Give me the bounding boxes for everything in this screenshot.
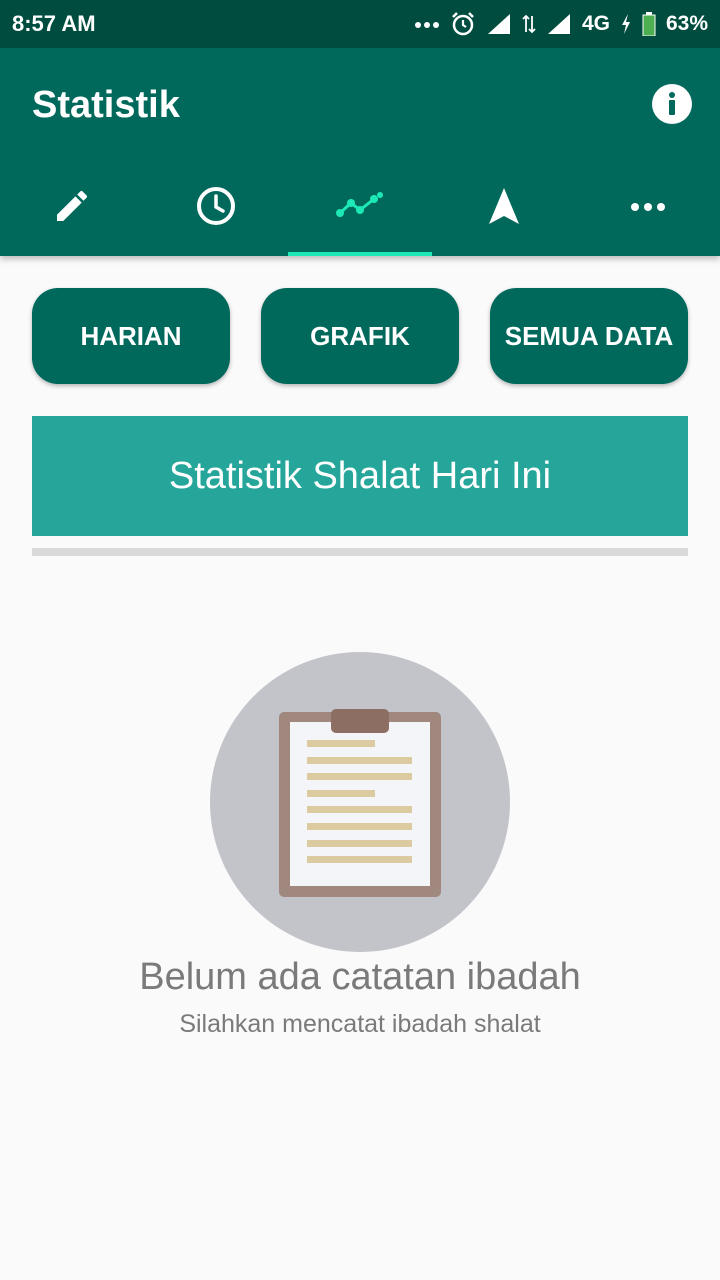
info-icon[interactable] <box>652 84 692 124</box>
battery-icon <box>642 12 656 36</box>
tab-statistics[interactable] <box>288 160 432 256</box>
clipboard-icon <box>279 709 441 897</box>
section-title: Statistik Shalat Hari Ini <box>168 454 552 497</box>
network-type: 4G <box>581 12 610 35</box>
empty-state-title: Belum ada catatan ibadah <box>139 956 581 998</box>
all-data-button[interactable]: SEMUA DATA <box>490 288 688 384</box>
data-arrows-icon <box>522 14 536 34</box>
battery-level: 63% <box>665 12 708 35</box>
charging-icon <box>620 13 632 35</box>
page-title: Statistik <box>32 84 180 126</box>
divider <box>32 548 688 556</box>
signal-icon <box>546 12 572 36</box>
alarm-icon <box>450 11 476 37</box>
status-time: 8:57 AM <box>12 11 96 36</box>
tab-qibla[interactable] <box>432 160 576 256</box>
more-icon <box>630 199 666 217</box>
navigation-arrow-icon <box>487 186 521 231</box>
empty-state-subtitle: Silahkan mencatat ibadah shalat <box>179 1010 541 1038</box>
chart-button[interactable]: GRAFIK <box>261 288 459 384</box>
status-icons: 4G 63% <box>414 9 708 39</box>
tab-schedule[interactable] <box>144 160 288 256</box>
tab-bar <box>0 160 720 256</box>
trend-chart-icon <box>336 191 384 226</box>
tab-record[interactable] <box>0 160 144 256</box>
section-header: Statistik Shalat Hari Ini <box>32 416 688 536</box>
status-bar: 8:57 AM 4G 63% <box>0 0 720 48</box>
tab-more[interactable] <box>576 160 720 256</box>
signal-icon <box>486 12 512 36</box>
clock-icon <box>195 185 237 232</box>
empty-state-illustration <box>210 652 510 952</box>
app-bar: Statistik <box>0 48 720 256</box>
more-dots-icon <box>414 19 440 29</box>
view-mode-buttons: HARIAN GRAFIK SEMUA DATA <box>32 288 688 384</box>
daily-button[interactable]: HARIAN <box>32 288 230 384</box>
pencil-icon <box>52 186 92 231</box>
